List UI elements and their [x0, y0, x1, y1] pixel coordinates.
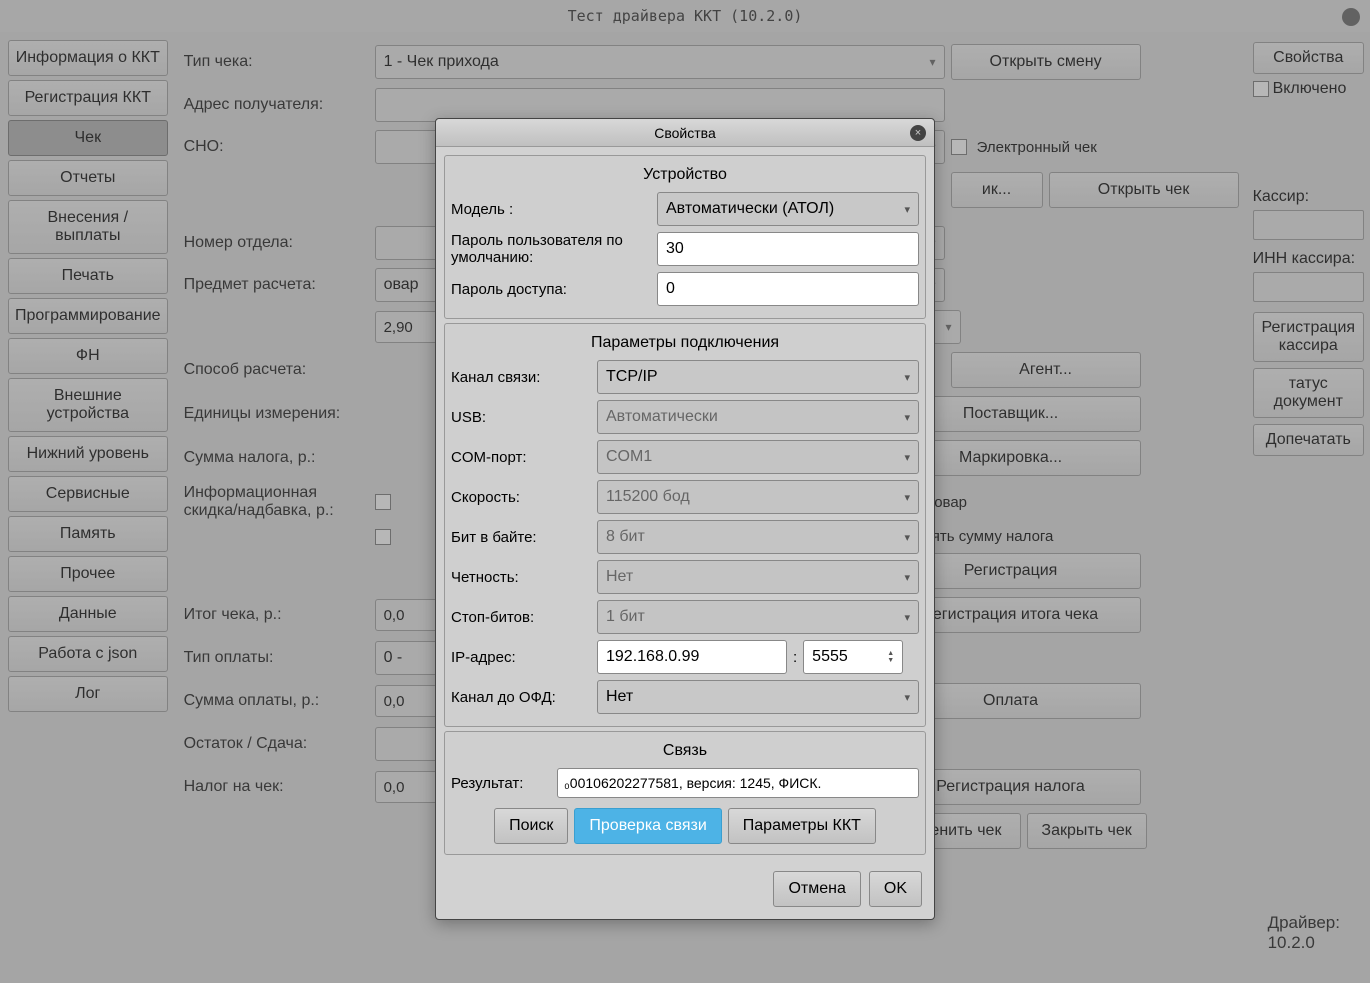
test-connection-button[interactable]: Проверка связи	[574, 808, 721, 844]
userpwd-input[interactable]: 30	[657, 232, 919, 266]
parity-label: Четность:	[451, 569, 591, 586]
device-header: Устройство	[451, 162, 919, 192]
dialog-title: Свойства	[654, 125, 715, 141]
stopbits-select: 1 бит	[597, 600, 919, 634]
stopbits-label: Стоп-битов:	[451, 609, 591, 626]
connection-header: Параметры подключения	[451, 330, 919, 360]
kkt-params-button[interactable]: Параметры ККТ	[728, 808, 876, 844]
connection-group: Параметры подключения Канал связи: TCP/I…	[444, 323, 926, 727]
model-label: Модель :	[451, 201, 651, 218]
parity-select: Нет	[597, 560, 919, 594]
accesspwd-label: Пароль доступа:	[451, 281, 651, 298]
ok-button[interactable]: OK	[869, 871, 922, 907]
userpwd-label: Пароль пользователя по умолчанию:	[451, 232, 651, 266]
speed-select: 115200 бод	[597, 480, 919, 514]
bits-select: 8 бит	[597, 520, 919, 554]
device-group: Устройство Модель : Автоматически (АТОЛ)…	[444, 155, 926, 319]
bits-label: Бит в байте:	[451, 529, 591, 546]
usb-select: Автоматически	[597, 400, 919, 434]
port-input[interactable]: 5555▲▼	[803, 640, 903, 674]
ofd-select[interactable]: Нет	[597, 680, 919, 714]
channel-select[interactable]: TCP/IP	[597, 360, 919, 394]
ip-label: IP-адрес:	[451, 649, 591, 666]
channel-label: Канал связи:	[451, 369, 591, 386]
ofd-label: Канал до ОФД:	[451, 689, 591, 706]
result-display: ₀00106202277581, версия: 1245, ФИСК.	[557, 768, 919, 798]
search-button[interactable]: Поиск	[494, 808, 568, 844]
usb-label: USB:	[451, 409, 591, 426]
speed-label: Скорость:	[451, 489, 591, 506]
accesspwd-input[interactable]: 0	[657, 272, 919, 306]
dialog-titlebar: Свойства ×	[436, 119, 934, 147]
ip-colon: :	[793, 649, 797, 666]
ip-input[interactable]: 192.168.0.99	[597, 640, 787, 674]
properties-dialog: Свойства × Устройство Модель : Автоматич…	[435, 118, 935, 920]
dialog-close-icon[interactable]: ×	[910, 125, 926, 141]
result-label: Результат:	[451, 775, 551, 792]
com-label: COM-порт:	[451, 449, 591, 466]
cancel-button[interactable]: Отмена	[773, 871, 860, 907]
link-group: Связь Результат: ₀00106202277581, версия…	[444, 731, 926, 855]
model-select[interactable]: Автоматически (АТОЛ)	[657, 192, 919, 226]
link-header: Связь	[451, 738, 919, 768]
com-select: COM1	[597, 440, 919, 474]
